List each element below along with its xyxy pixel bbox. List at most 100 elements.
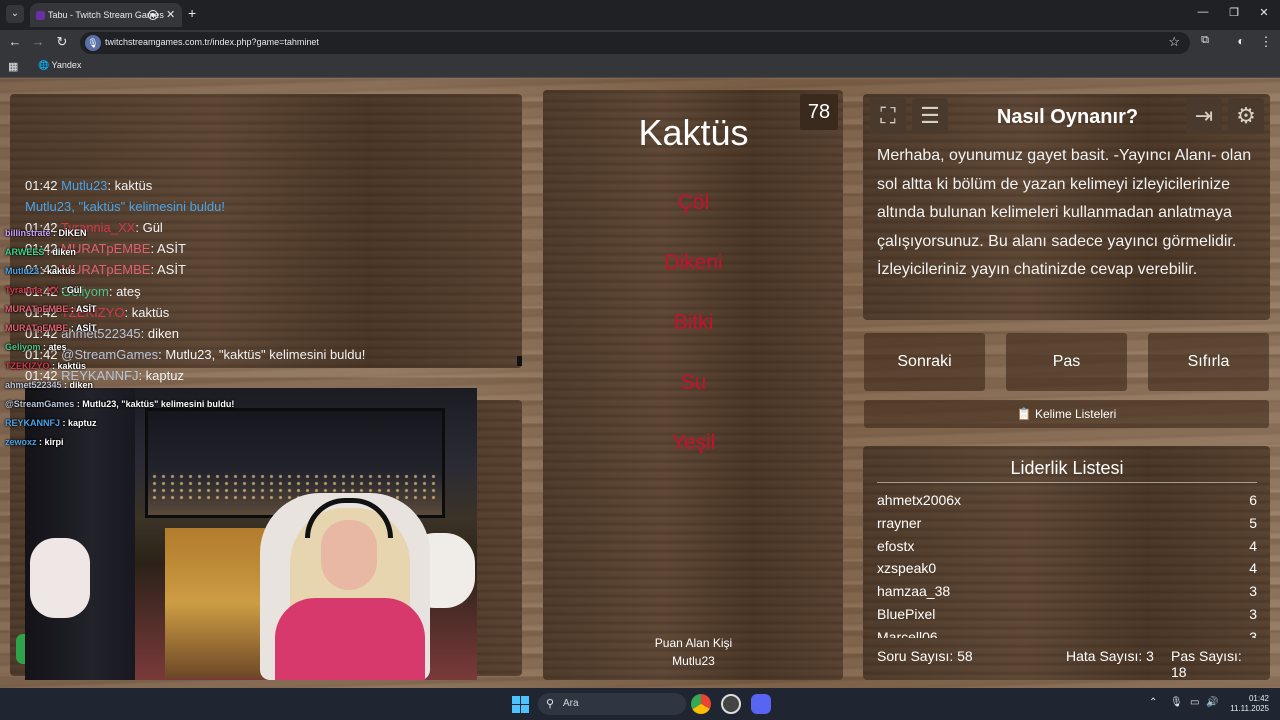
forbidden-word: Dikeni [664,251,723,274]
leaderboard-score: 3 [1249,605,1257,622]
discord-icon[interactable] [751,694,771,714]
leaderboard-row: Marcell06 3 [877,627,1257,638]
address-bar[interactable]: 🎙 twitchstreamgames.com.tr/index.php?gam… [80,32,1190,54]
chat-text: : kaptuz [138,368,184,383]
leaderboard-score: 4 [1249,537,1257,554]
leaderboard-score: 5 [1249,514,1257,531]
tray-overflow-icon[interactable]: ⌃ [1149,697,1157,708]
bookmark-yandex[interactable]: 🌐 Yandex [38,60,81,71]
chat-username: Mutlu23 [61,178,108,193]
forbidden-word: Su [680,371,707,394]
word-lists-button[interactable]: 📋 Kelime Listeleri [864,400,1269,428]
network-icon[interactable]: ▭ [1190,697,1199,708]
start-button[interactable] [512,696,529,713]
webcam-lamp [165,528,265,678]
overlay-username: REYKANNFJ [5,418,61,428]
chat-message: 01:42 @StreamGames: Mutlu23, "kaktüs" ke… [25,347,365,362]
leaderboard-row: efostx 4 [877,536,1257,559]
chat-text: : kaktüs [124,305,170,320]
forward-button[interactable]: → [29,34,47,49]
search-icon: ⚲ [546,698,555,710]
next-button[interactable]: Sonraki [864,333,985,391]
leaderboard-divider [877,482,1257,483]
extensions-icon[interactable]: ⧉ [1196,34,1214,47]
pass-button[interactable]: Pas [1006,333,1127,391]
microphone-icon[interactable]: 🎙 [1170,697,1183,708]
overlay-text: : ateş [40,342,67,352]
exit-icon[interactable]: ⇥ [1186,98,1222,134]
help-title: Nasıl Oynanır? [996,106,1139,128]
target-word: Kaktüs [638,112,749,153]
close-window-button[interactable]: ✕ [1254,6,1274,19]
leaderboard-name: rrayner [877,514,922,531]
chat-message: Mutlu23, "kaktüs" kelimesini buldu! [25,199,225,214]
help-text: Merhaba, oyunumuz gayet basit. -Yayıncı … [877,147,1252,278]
site-info-icon[interactable]: 🎙 [85,35,101,51]
overlay-chat-message: ahmet522345 : diken [5,380,93,390]
back-button[interactable]: ← [6,34,24,49]
leaderboard-list[interactable]: ahmetx2006x 6 rrayner 5 efostx 4 xzspeak0 4 hamz… [877,490,1257,638]
minimize-button[interactable]: — [1193,6,1213,18]
close-tab-icon[interactable]: ✕ [166,3,175,27]
browser-tab[interactable]: Tabu - Twitch Stream Games ✕ [30,3,182,27]
clock-time: 01:42 [1248,694,1269,703]
url-text: twitchstreamgames.com.tr/index.php?game=… [105,37,319,47]
chat-time: 01:42 [25,178,62,193]
reload-button[interactable]: ↻ [53,34,71,50]
taskbar-search[interactable]: ⚲ Ara [538,693,686,715]
chat-text: : Gül [135,220,163,235]
restore-button[interactable]: ❐ [1224,6,1244,19]
scorer-name: Mutlu23 [672,654,715,668]
overlay-text: : diken [44,247,76,257]
overlay-username: ahmet522345 [5,380,62,390]
tab-search-button[interactable]: ⌄ [6,5,24,23]
overlay-username: Mutlu23 [5,266,40,276]
overlay-text: : ASİT [68,304,97,314]
overlay-chat-message: REYKANNFJ : kaptuz [5,418,97,428]
chat-message: 01:42 Mutlu23: kaktüs [25,178,152,193]
obs-icon[interactable] [721,694,741,714]
profile-avatar[interactable]: ◐ [1232,34,1250,48]
overlay-username: MURATpEMBE [5,304,69,314]
recording-icon [148,10,158,20]
overlay-chat-message: TZEKIZYO : kaktüs [5,361,86,371]
forbidden-word: Yeşil [671,431,716,454]
chat-text: : Mutlu23, "kaktüs" kelimesini buldu! [158,347,366,362]
fullscreen-icon[interactable]: ⛶ [870,98,906,134]
overlay-chat-message: MURATpEMBE : ASİT [5,323,97,333]
clock-date: 11.11.2025 [1230,704,1269,713]
chat-scrollbar[interactable] [517,356,522,366]
overlay-text: : kaktüs [39,266,76,276]
new-tab-button[interactable]: + [188,5,196,21]
tab-title: Tabu - Twitch Stream Games [48,10,164,20]
overlay-username: @StreamGames [5,399,75,409]
leaderboard-row: rrayner 5 [877,513,1257,536]
bookmark-star-icon[interactable]: ☆ [1168,34,1180,50]
leaderboard-score: 3 [1249,628,1257,638]
apps-grid-icon[interactable]: ▦ [8,60,18,73]
question-count: Soru Sayısı: 58 [877,648,973,664]
menu-icon[interactable]: ⋮ [1257,34,1275,50]
volume-icon[interactable]: 🔊 [1206,697,1218,708]
taskbar-clock[interactable]: 01:42 11.11.2025 [1223,694,1269,714]
overlay-username: zewoxz [5,437,37,447]
chat-text: : diken [140,326,179,341]
overlay-text: : kirpi [36,437,64,447]
chat-username: @StreamGames [61,347,159,362]
leaderboard-row: xzspeak0 4 [877,558,1257,581]
notes-icon[interactable]: ☰ [912,98,948,134]
chrome-icon[interactable] [691,694,711,714]
overlay-text: : DİKEN [50,228,87,238]
search-placeholder: Ara [563,698,579,709]
overlay-chat-message: MURATpEMBE : ASİT [5,304,97,314]
forbidden-word: Bitki [673,311,714,334]
overlay-text: : Gül [58,285,82,295]
chat-text: : ateş [108,284,141,299]
settings-gear-icon[interactable]: ⚙ [1228,98,1264,134]
leaderboard-title: Liderlik Listesi [1010,458,1124,478]
leaderboard-name: xzspeak0 [877,560,937,577]
overlay-text: : diken [61,380,94,390]
overlay-username: billinstrate [5,228,51,238]
reset-button[interactable]: Sıfırla [1148,333,1269,391]
overlay-text: : ASİT [68,323,97,333]
